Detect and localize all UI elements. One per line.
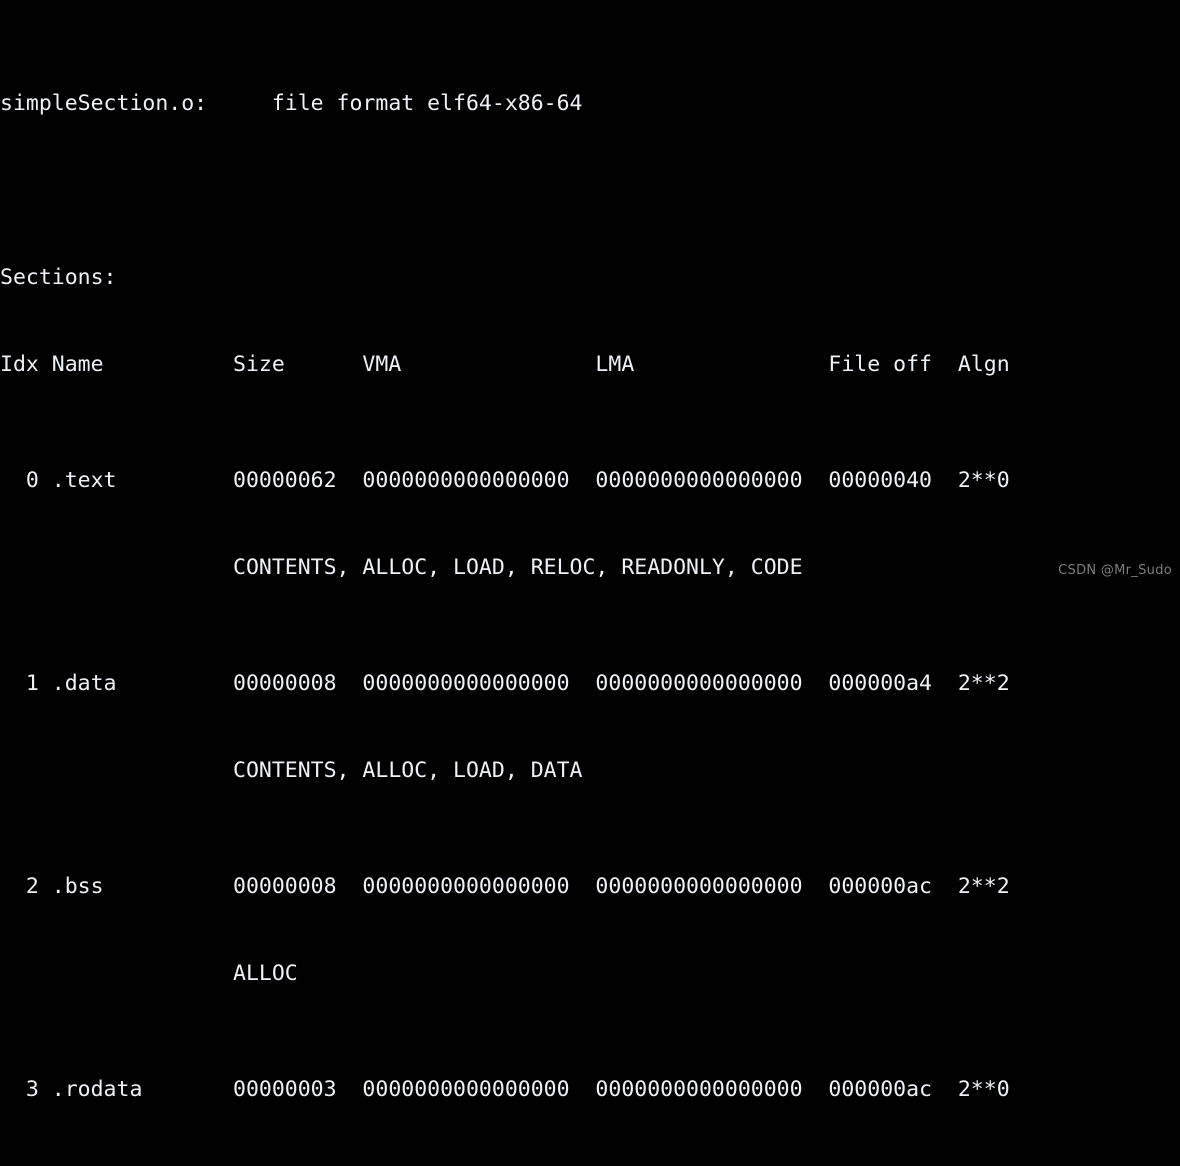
- sections-column-header: Idx Name Size VMA LMA File off Algn: [0, 352, 1010, 377]
- section-flags-row: ALLOC: [0, 961, 298, 986]
- section-flags-row: CONTENTS, ALLOC, LOAD, READONLY, DATA: [0, 1162, 1180, 1166]
- section-row: 2 .bss 00000008 0000000000000000 0000000…: [0, 874, 1010, 899]
- section-row: 3 .rodata 00000003 0000000000000000 0000…: [0, 1077, 1010, 1102]
- csdn-watermark: CSDN @Mr_Sudo: [1058, 563, 1172, 578]
- file-format-line: simpleSection.o: file format elf64-x86-6…: [0, 91, 583, 116]
- terminal-output[interactable]: simpleSection.o: file format elf64-x86-6…: [0, 0, 1180, 1166]
- section-row: 0 .text 00000062 0000000000000000 000000…: [0, 468, 1010, 493]
- section-row: 1 .data 00000008 0000000000000000 000000…: [0, 671, 1010, 696]
- section-flags-row: CONTENTS, ALLOC, LOAD, RELOC, READONLY, …: [0, 555, 803, 580]
- section-flags-row: CONTENTS, ALLOC, LOAD, DATA: [0, 758, 583, 783]
- sections-label: Sections:: [0, 265, 117, 290]
